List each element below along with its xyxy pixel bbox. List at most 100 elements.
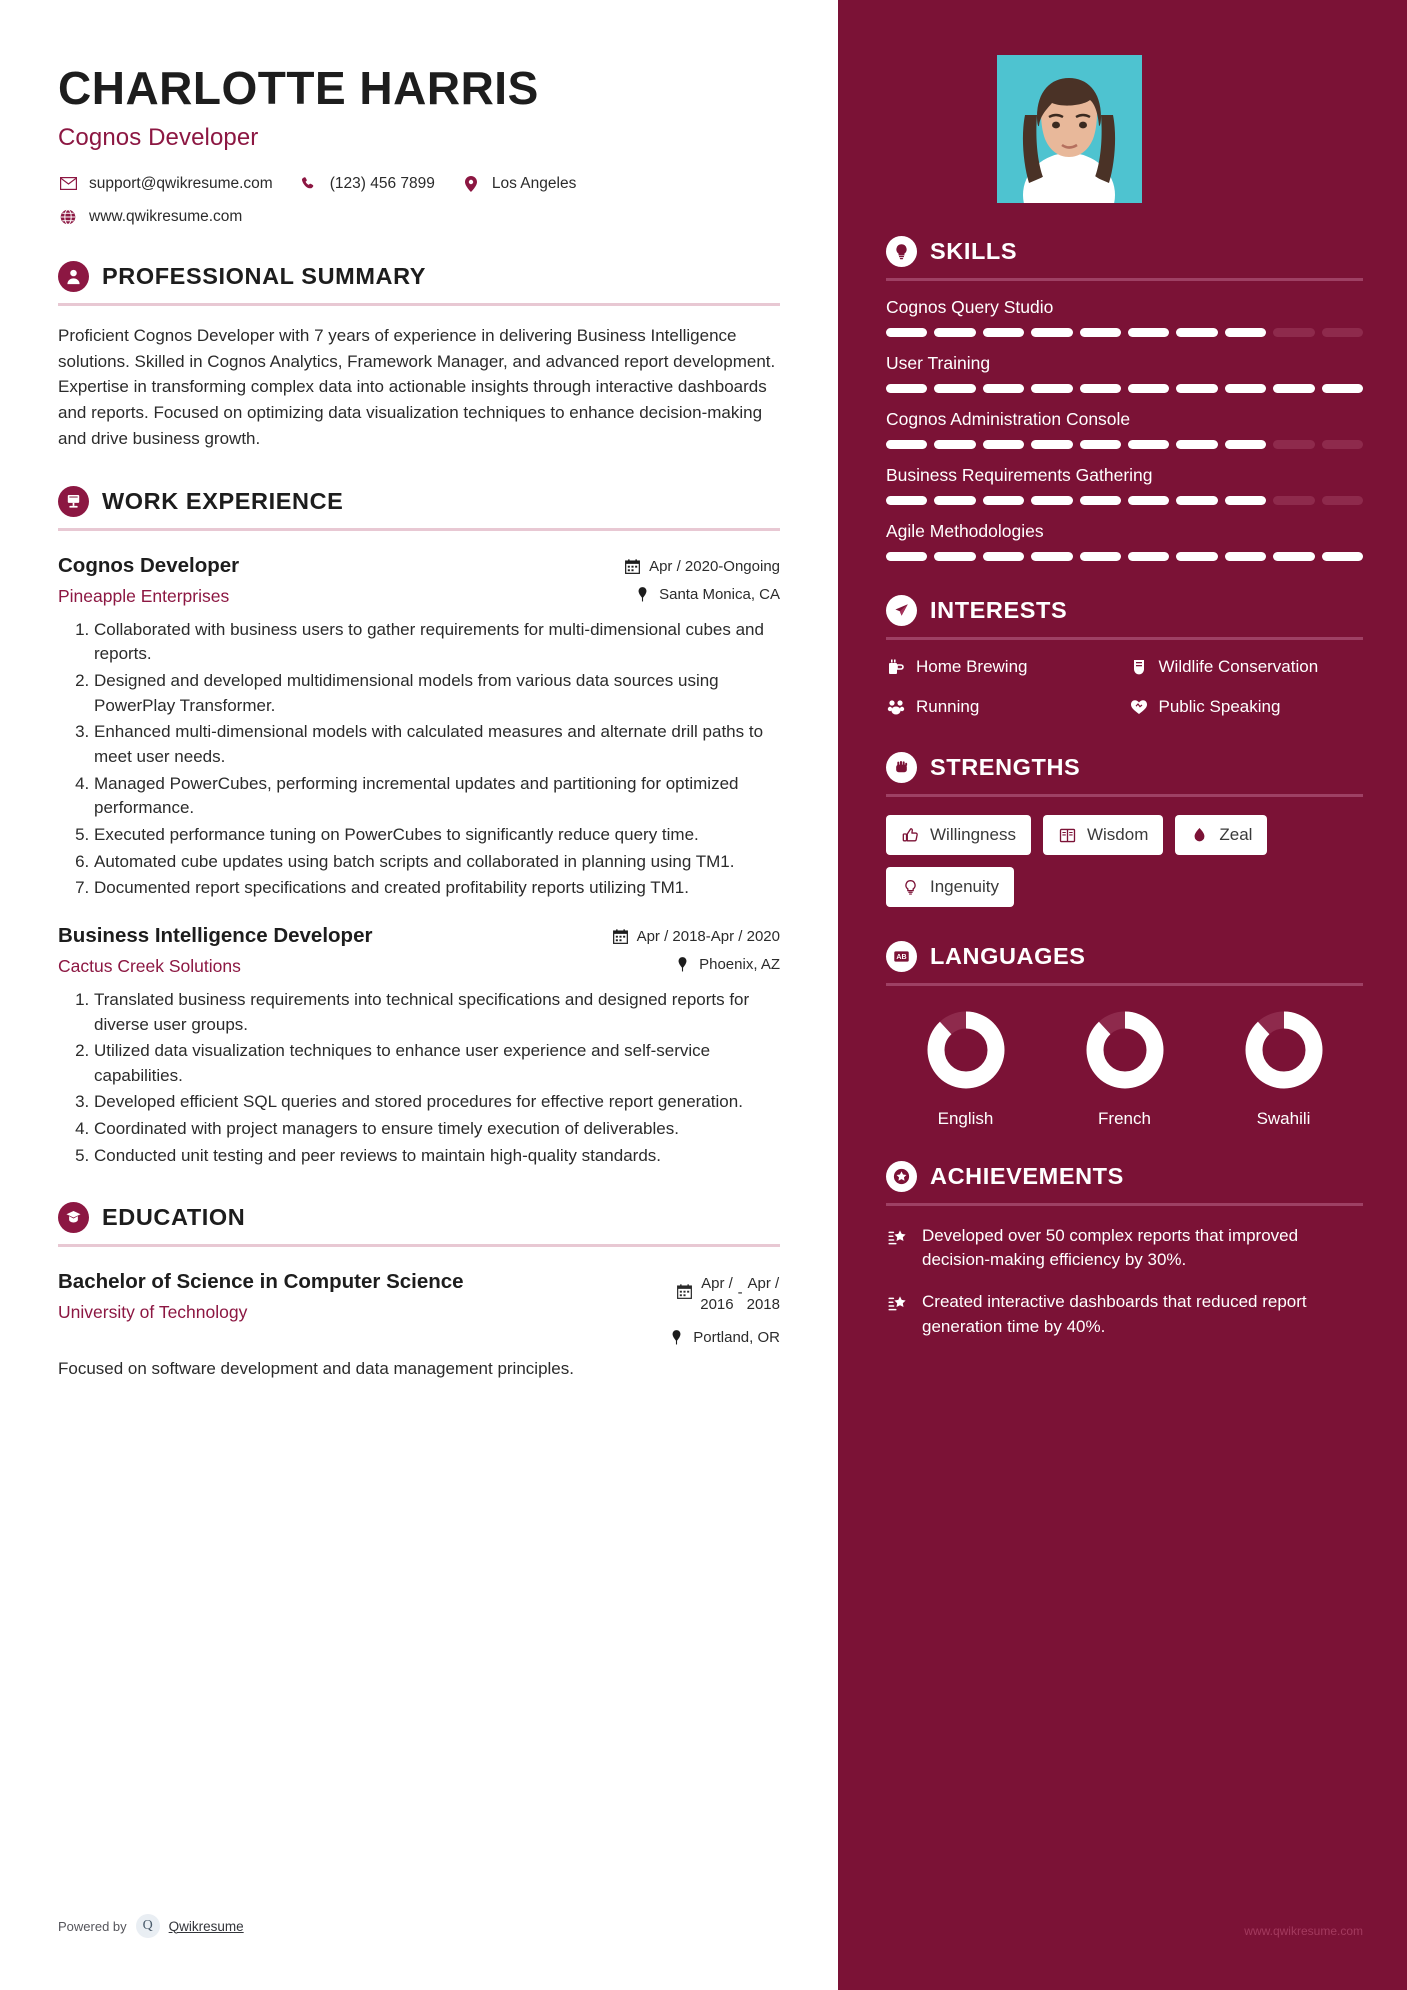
skill-segment	[1321, 496, 1364, 505]
paper-plane-icon	[886, 595, 917, 626]
divider-achievements	[886, 1203, 1363, 1207]
education-identity: Bachelor of Science in Computer Science …	[58, 1269, 464, 1323]
education-description: Focused on software development and data…	[58, 1358, 574, 1378]
skill-rating	[886, 552, 1364, 561]
job-dates: Apr / 2018-Apr / 2020	[580, 928, 780, 945]
interest-item: Public Speaking	[1129, 696, 1364, 718]
location-pin-icon	[668, 1329, 685, 1346]
strength-label: Willingness	[930, 825, 1016, 845]
thumbs-up-icon	[901, 826, 920, 845]
skill-segment	[1321, 328, 1364, 337]
job-bullets: Translated business requirements into te…	[58, 988, 780, 1168]
job-bullet: Enhanced multi-dimensional models with c…	[94, 720, 780, 769]
skill-rating	[886, 328, 1364, 337]
contact-phone[interactable]: (123) 456 7899	[299, 174, 435, 194]
date-separator: -	[737, 1284, 743, 1302]
book-icon	[1058, 826, 1077, 845]
skill-segment	[1079, 496, 1122, 505]
skill-segment	[934, 328, 976, 337]
donut-chart	[1086, 1011, 1163, 1089]
job-bullet: Developed efficient SQL queries and stor…	[94, 1090, 780, 1115]
watermark: www.qwikresume.com	[1244, 1924, 1363, 1938]
education-dates: Apr / 2016 - Apr / 2018	[580, 1274, 780, 1315]
achievement-item: Developed over 50 complex reports that i…	[886, 1224, 1363, 1272]
skill-segment	[982, 440, 1025, 449]
language-label: Swahili	[1256, 1109, 1311, 1129]
skill-segment	[1079, 552, 1122, 561]
strength-chip: Zeal	[1175, 815, 1268, 856]
resume-page: CHARLOTTE HARRIS Cognos Developer suppor…	[0, 0, 1407, 1990]
divider-education	[58, 1244, 780, 1248]
job-role-subtitle: Cognos Developer	[58, 123, 259, 151]
job-bullet: Conducted unit testing and peer reviews …	[94, 1144, 780, 1169]
skill-segment	[1224, 384, 1267, 393]
contact-block: support@qwikresume.com (123) 456 7899 Lo…	[58, 174, 780, 227]
skill-segment	[1128, 440, 1170, 449]
interest-label: Wildlife Conservation	[1158, 657, 1319, 676]
language-item: English	[924, 1008, 1008, 1129]
section-title-summary: PROFESSIONAL SUMMARY	[102, 262, 427, 289]
fist-icon	[886, 752, 917, 784]
brewing-icon	[886, 657, 906, 677]
skill-segment	[1273, 384, 1315, 393]
footer-brand-link[interactable]: Qwikresume	[169, 1919, 244, 1934]
skill-segment	[934, 440, 976, 449]
graduation-icon	[58, 1202, 89, 1234]
location-pin-icon	[634, 586, 651, 603]
section-header-skills: SKILLS	[886, 236, 1363, 267]
svg-text:AB: AB	[896, 954, 906, 961]
education-end-line2: 2018	[746, 1295, 780, 1313]
running-icon	[886, 697, 906, 717]
skill-item: User Training	[886, 353, 1364, 393]
skill-segment	[1273, 440, 1315, 449]
education-end-line1: Apr /	[747, 1275, 780, 1293]
contact-location-text: Los Angeles	[491, 174, 577, 192]
section-title-strengths: STRENGTHS	[930, 754, 1081, 781]
skill-label: Cognos Administration Console	[886, 409, 1131, 429]
footer: Powered by Q Qwikresume	[58, 1914, 244, 1938]
calendar-icon	[624, 558, 641, 575]
calendar-icon	[612, 928, 629, 945]
star-badge-icon	[886, 1227, 909, 1250]
lightbulb-icon	[886, 236, 917, 267]
skill-segment	[886, 384, 928, 393]
translate-icon: AB	[886, 941, 917, 973]
skill-rating	[886, 384, 1364, 393]
strengths-list: Willingness Wisdom Zeal Ingenuity	[886, 815, 1363, 908]
achievement-item: Created interactive dashboards that redu…	[886, 1290, 1363, 1338]
section-title-experience: WORK EXPERIENCE	[102, 487, 344, 514]
education-end-date: Apr / 2018	[747, 1274, 780, 1315]
qwikresume-logo-icon: Q	[135, 1914, 160, 1938]
languages-list: English French Swahili	[886, 1008, 1363, 1129]
donut-chart	[1245, 1011, 1322, 1089]
speaking-icon	[1129, 697, 1149, 717]
bulb-icon	[901, 878, 920, 897]
job-meta: Apr / 2018-Apr / 2020 Phoenix, AZ	[580, 923, 780, 973]
summary-text: Proficient Cognos Developer with 7 years…	[58, 325, 776, 448]
job-header: Business Intelligence Developer Cactus C…	[58, 923, 780, 977]
envelope-icon	[58, 174, 78, 194]
divider-strengths	[886, 794, 1363, 798]
avatar	[997, 55, 1142, 203]
contact-website[interactable]: www.qwikresume.com	[58, 207, 242, 227]
job-header: Cognos Developer Pineapple Enterprises A…	[58, 553, 780, 607]
donut-chart	[927, 1011, 1004, 1089]
skill-segment	[886, 440, 928, 449]
job-meta: Apr / 2020-Ongoing Santa Monica, CA	[580, 553, 780, 603]
skill-segment	[1128, 328, 1170, 337]
interest-label: Home Brewing	[916, 657, 1028, 676]
skill-rating	[886, 440, 1364, 449]
job-bullet: Documented report specifications and cre…	[94, 876, 780, 901]
interest-label: Public Speaking	[1158, 697, 1281, 717]
strength-chip: Willingness	[886, 815, 1031, 856]
contact-line-2: www.qwikresume.com	[58, 207, 780, 227]
contact-email[interactable]: support@qwikresume.com	[58, 174, 273, 194]
job-bullet: Automated cube updates using batch scrip…	[94, 850, 780, 875]
job-bullets: Collaborated with business users to gath…	[58, 618, 780, 901]
skill-item: Agile Methodologies	[886, 521, 1364, 561]
skill-label: Agile Methodologies	[886, 521, 1044, 541]
flame-icon	[1190, 826, 1209, 845]
globe-icon	[58, 207, 78, 227]
education-start-date: Apr / 2016	[700, 1274, 733, 1315]
divider-interests	[886, 637, 1363, 640]
